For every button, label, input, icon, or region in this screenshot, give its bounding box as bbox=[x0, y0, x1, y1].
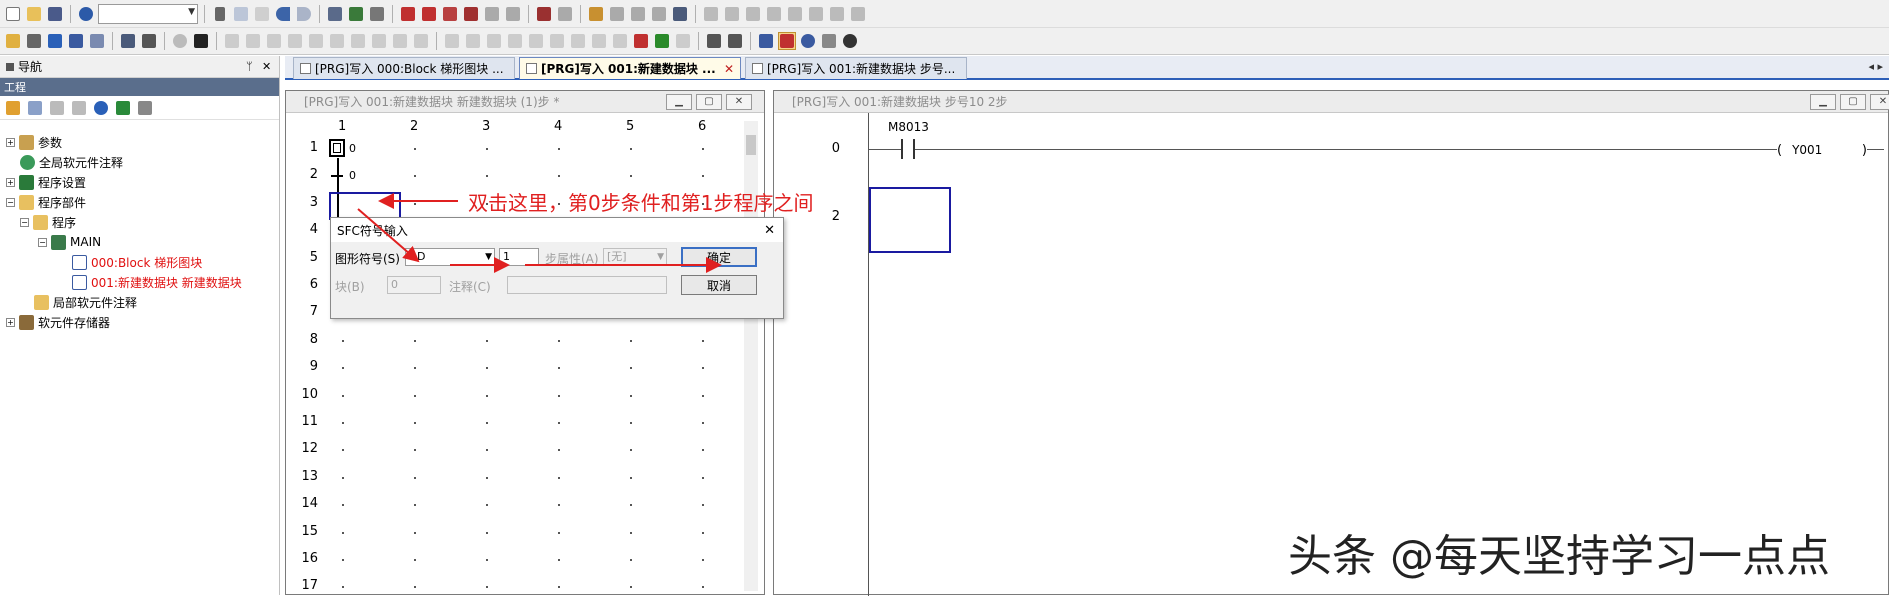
annotation-text: 双击这里，第0步条件和第1步程序之间 bbox=[468, 191, 814, 215]
annotation-arrow-to-symbol bbox=[357, 208, 420, 263]
watermark-text: 头条 @每天坚持学习一点点 bbox=[1288, 531, 1830, 582]
annotation-arrows bbox=[357, 193, 722, 273]
